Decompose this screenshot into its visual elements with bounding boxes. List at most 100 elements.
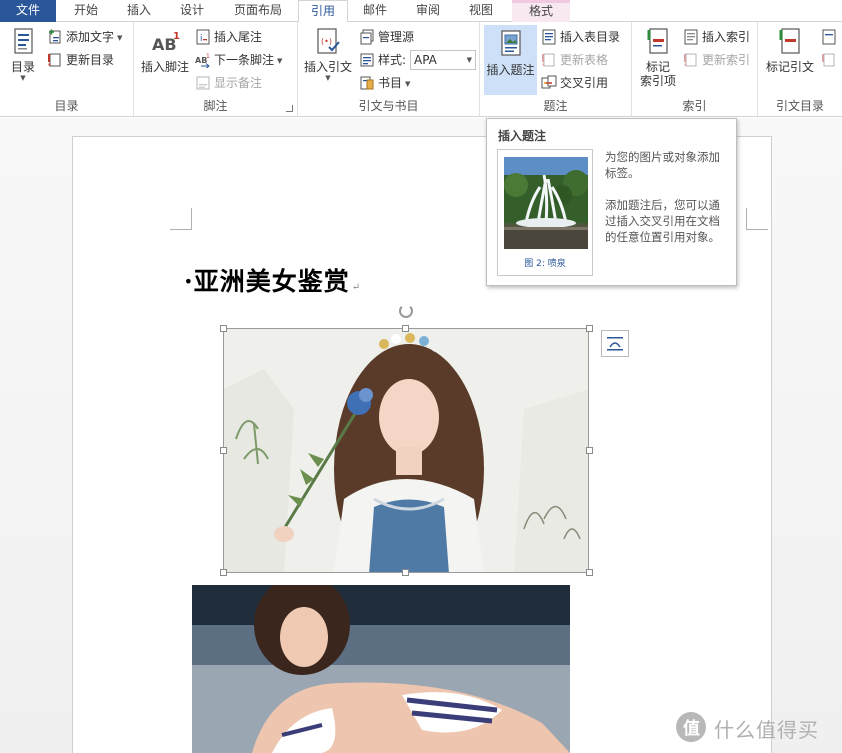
margin-corner-mark: [170, 208, 192, 230]
chevron-down-icon: ▼: [325, 74, 331, 82]
cross-reference-button[interactable]: 交叉引用: [540, 73, 608, 93]
bibliography-button[interactable]: 书目 ▼: [358, 73, 410, 93]
next-footnote-icon: AB 1: [195, 52, 211, 69]
paragraph-mark: ↵: [351, 282, 362, 293]
watermark-text: 什么值得买: [714, 718, 819, 742]
layout-options-icon: [607, 337, 623, 351]
add-text-icon: [47, 29, 63, 45]
tab-insert[interactable]: 插入: [114, 0, 164, 22]
tab-mailings[interactable]: 邮件: [350, 0, 400, 22]
update-toc-icon: [47, 52, 63, 68]
group-label-index: 索引: [682, 99, 707, 113]
insert-table-of-figures-button[interactable]: 插入表目录: [540, 27, 620, 47]
update-index-icon: [683, 52, 699, 68]
svg-text:i: i: [200, 34, 203, 44]
svg-text:1: 1: [206, 53, 210, 60]
manage-sources-icon: [359, 29, 375, 45]
document-image-portrait[interactable]: [223, 328, 589, 573]
resize-handle[interactable]: [220, 325, 227, 332]
show-notes-button[interactable]: 显示备注: [194, 73, 262, 93]
dialog-launcher-icon[interactable]: [286, 105, 293, 112]
rotate-handle-icon[interactable]: [399, 304, 413, 318]
swimsuit-photo: [192, 585, 570, 753]
insert-index-button[interactable]: 插入索引: [682, 27, 750, 47]
insert-table-of-authorities-button[interactable]: [820, 27, 836, 47]
update-toa-icon: [821, 52, 837, 68]
tab-format[interactable]: 格式: [512, 0, 570, 22]
insert-caption-button[interactable]: 插入题注: [484, 25, 537, 95]
tab-design[interactable]: 设计: [166, 0, 218, 22]
insert-citation-button[interactable]: (•) 插入引文 ▼: [302, 26, 354, 82]
resize-handle[interactable]: [220, 447, 227, 454]
tab-home[interactable]: 开始: [60, 0, 112, 22]
ribbon-tab-bar: 文件 开始 插入 设计 页面布局 引用 邮件 审阅 视图 格式: [0, 0, 842, 23]
resize-handle[interactable]: [402, 569, 409, 576]
insert-caption-tooltip: 插入题注 图 2: 喷泉 为您的图片或对象添加标签。 添加题注后，您可以通过插入…: [486, 118, 737, 286]
mark-entry-icon: [642, 26, 674, 58]
group-footnotes: AB 1 插入脚注 i 插入尾注 AB 1 下一条脚注 ▼ 显示备注 脚注: [134, 22, 298, 117]
mark-citation-icon: [774, 26, 806, 58]
tab-file[interactable]: 文件: [0, 0, 56, 22]
mark-citation-button[interactable]: 标记引文: [762, 26, 818, 74]
group-captions: 插入题注 插入表目录 更新表格 交叉引用 题注: [480, 22, 632, 117]
toc-button[interactable]: 目录 ▼: [4, 26, 42, 82]
style-icon: [359, 52, 375, 68]
mark-entry-button[interactable]: 标记 索引项: [636, 26, 680, 88]
show-notes-icon: [195, 75, 211, 91]
resize-handle[interactable]: [586, 569, 593, 576]
resize-handle[interactable]: [586, 447, 593, 454]
resize-handle[interactable]: [586, 325, 593, 332]
toc-icon: [7, 26, 39, 58]
chevron-down-icon: ▼: [20, 74, 26, 82]
tooltip-preview-caption: 图 2: 喷泉: [524, 259, 566, 269]
bullet-marker: ·: [184, 267, 194, 296]
group-toc: 目录 ▼ 添加文字 ▼ 更新目录 目录: [0, 22, 134, 117]
insert-footnote-button[interactable]: AB 1 插入脚注: [139, 26, 191, 74]
endnote-icon: i: [195, 29, 211, 45]
table-of-figures-icon: [541, 29, 557, 45]
fountain-preview-image: [504, 157, 588, 249]
margin-corner-mark: [746, 208, 768, 230]
add-text-button[interactable]: 添加文字 ▼: [46, 27, 122, 47]
resize-handle[interactable]: [402, 325, 409, 332]
chevron-down-icon: ▼: [277, 56, 283, 65]
svg-text:值: 值: [683, 718, 700, 739]
update-table-of-authorities-button[interactable]: [820, 50, 836, 70]
chevron-down-icon: ▼: [117, 33, 123, 42]
update-table-button[interactable]: 更新表格: [540, 50, 608, 70]
group-index: 标记 索引项 插入索引 更新索引 索引: [632, 22, 758, 117]
group-label-captions: 题注: [543, 99, 568, 113]
watermark-logo-icon: 值: [676, 712, 706, 742]
ribbon: 目录 ▼ 添加文字 ▼ 更新目录 目录 AB 1 插入脚注 i 插入尾注 AB …: [0, 22, 842, 117]
document-heading[interactable]: ·亚洲美女鉴赏 ↵: [184, 262, 361, 298]
insert-caption-icon: [495, 29, 527, 61]
group-label-toa: 引文目录: [775, 99, 824, 113]
update-table-icon: [541, 52, 557, 68]
insert-index-icon: [683, 29, 699, 45]
document-image-swimsuit[interactable]: [192, 585, 570, 753]
tab-references[interactable]: 引用: [298, 0, 348, 23]
group-table-of-authorities: 标记引文 引文目录: [758, 22, 842, 117]
next-footnote-button[interactable]: AB 1 下一条脚注 ▼: [194, 50, 282, 70]
layout-options-button[interactable]: [601, 330, 629, 357]
table-of-authorities-icon: [821, 29, 837, 45]
tab-view[interactable]: 视图: [456, 0, 506, 22]
update-toc-button[interactable]: 更新目录: [46, 50, 114, 70]
insert-endnote-button[interactable]: i 插入尾注: [194, 27, 262, 47]
resize-handle[interactable]: [220, 569, 227, 576]
manage-sources-button[interactable]: 管理源: [358, 27, 414, 47]
tab-review[interactable]: 审阅: [402, 0, 454, 22]
group-label-citations: 引文与书目: [358, 99, 419, 113]
style-select[interactable]: APA ▼: [410, 50, 476, 70]
svg-text:1: 1: [173, 31, 180, 42]
update-index-button[interactable]: 更新索引: [682, 50, 750, 70]
tooltip-description: 为您的图片或对象添加标签。 添加题注后，您可以通过插入交叉引用在文档的任意位置引…: [605, 150, 720, 244]
tab-page-layout[interactable]: 页面布局: [220, 0, 296, 22]
tooltip-title: 插入题注: [498, 129, 547, 143]
group-label-footnotes: 脚注: [203, 99, 228, 113]
portrait-photo: [224, 329, 588, 572]
chevron-down-icon: ▼: [405, 79, 411, 88]
cross-reference-icon: [541, 75, 557, 91]
footnote-icon: AB 1: [149, 26, 181, 58]
svg-text:(•): (•): [321, 37, 332, 46]
